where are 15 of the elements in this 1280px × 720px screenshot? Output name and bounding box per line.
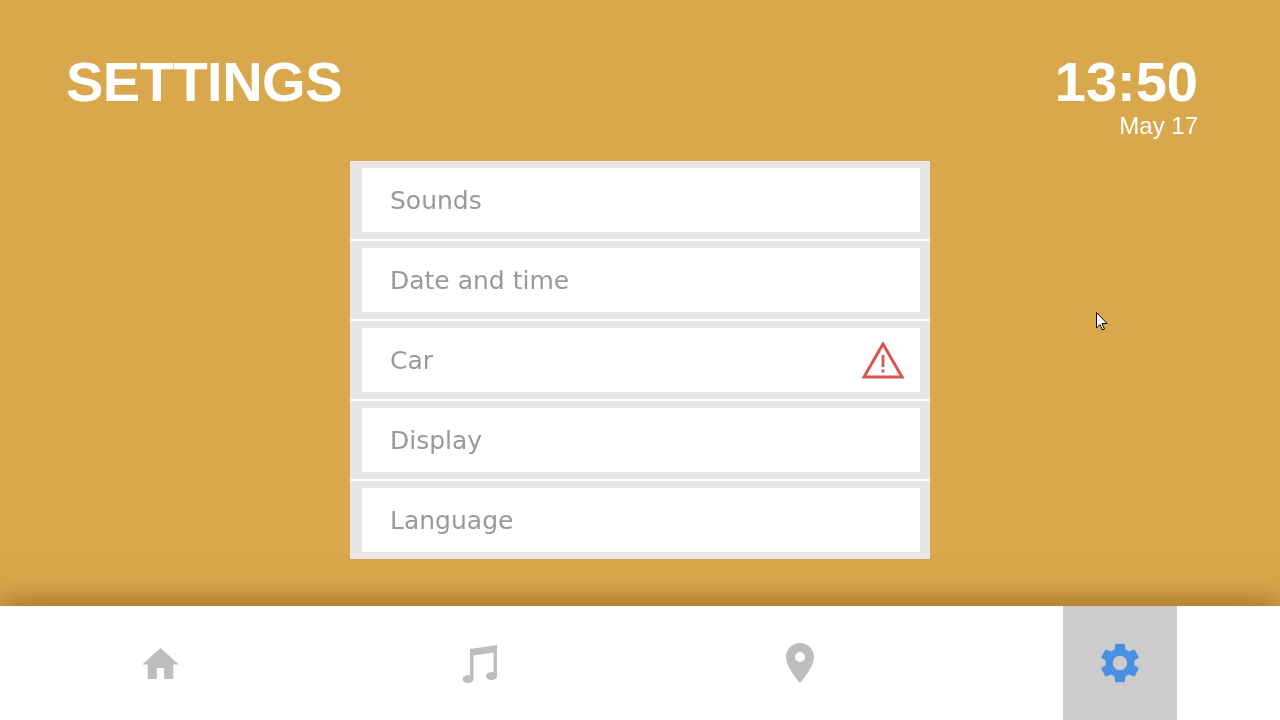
clock-date: May 17 <box>1119 112 1198 140</box>
map-pin-icon <box>786 643 814 683</box>
screen-title: SETTINGS <box>66 52 343 112</box>
nav-tab[interactable] <box>1063 606 1177 720</box>
menu-item[interactable]: Display <box>362 408 920 472</box>
warning-icon <box>862 341 904 379</box>
menu-item[interactable]: Car <box>362 328 920 392</box>
settings-icon <box>1101 643 1139 683</box>
cursor-icon <box>1096 312 1108 331</box>
menu-item[interactable]: Language <box>362 488 920 552</box>
clock-time: 13:50 <box>1054 52 1198 112</box>
menu-item[interactable]: Sounds <box>362 168 920 232</box>
menu-item[interactable]: Date and time <box>362 248 920 312</box>
home-icon <box>141 647 179 679</box>
music-note-icon <box>461 642 499 684</box>
